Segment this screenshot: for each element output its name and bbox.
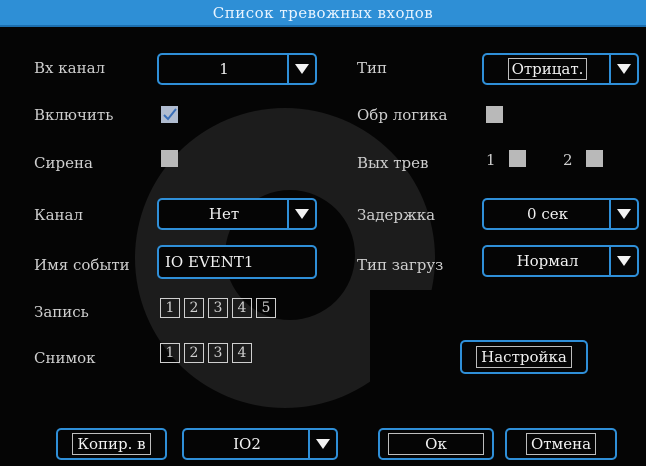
input-channel-label: Вх канал — [34, 59, 106, 77]
input-channel-value: 1 — [219, 60, 229, 78]
load-type-value: Нормал — [516, 252, 579, 270]
snapshot-channel-4[interactable]: 4 — [232, 343, 252, 363]
cancel-button-label: Отмена — [525, 433, 597, 455]
copy-to-button-label: Копир. в — [72, 433, 151, 455]
enable-checkbox[interactable] — [161, 106, 178, 123]
record-channel-1[interactable]: 1 — [160, 298, 180, 318]
chevron-down-icon[interactable] — [609, 247, 637, 275]
channel-value: Нет — [208, 205, 240, 223]
chevron-down-icon[interactable] — [609, 55, 637, 83]
alarm-out-1-checkbox[interactable] — [509, 150, 526, 167]
watermark-logo-cut — [370, 290, 460, 430]
record-channel-4[interactable]: 4 — [232, 298, 252, 318]
snapshot-channel-3[interactable]: 3 — [208, 343, 228, 363]
load-type-label: Тип загруз — [357, 256, 444, 274]
type-value: Отрицат. — [507, 58, 588, 80]
settings-button[interactable]: Настройка — [460, 340, 588, 374]
dialog-title: Список тревожных входов — [0, 0, 646, 27]
copy-target-select[interactable]: IO2 — [182, 428, 338, 460]
record-channel-3[interactable]: 3 — [208, 298, 228, 318]
alarm-out-2-checkbox[interactable] — [586, 150, 603, 167]
reverse-logic-label: Обр логика — [357, 106, 448, 124]
siren-label: Сирена — [34, 154, 93, 172]
copy-target-value: IO2 — [233, 435, 261, 453]
snapshot-channel-1[interactable]: 1 — [160, 343, 180, 363]
cancel-button[interactable]: Отмена — [505, 428, 617, 460]
event-name-label: Имя событи — [34, 256, 130, 274]
reverse-logic-checkbox[interactable] — [486, 106, 503, 123]
event-name-input[interactable]: IO EVENT1 — [157, 245, 317, 279]
type-select[interactable]: Отрицат. — [482, 53, 639, 85]
snapshot-channel-2[interactable]: 2 — [184, 343, 204, 363]
alarm-out-2-label: 2 — [563, 151, 573, 169]
load-type-select[interactable]: Нормал — [482, 245, 639, 277]
event-name-value: IO EVENT1 — [165, 253, 254, 271]
alarm-input-list-screen: Список тревожных входов Вх канал 1 Тип О… — [0, 0, 646, 466]
delay-label: Задержка — [357, 206, 436, 224]
enable-label: Включить — [34, 106, 114, 124]
record-label: Запись — [34, 303, 89, 321]
input-channel-select[interactable]: 1 — [157, 53, 317, 85]
ok-button-label: Ок — [388, 433, 484, 455]
channel-select[interactable]: Нет — [157, 198, 317, 230]
alarm-out-1-label: 1 — [486, 151, 496, 169]
record-channel-2[interactable]: 2 — [184, 298, 204, 318]
type-label: Тип — [357, 59, 387, 77]
settings-button-label: Настройка — [476, 346, 572, 368]
chevron-down-icon[interactable] — [287, 55, 315, 83]
chevron-down-icon[interactable] — [287, 200, 315, 228]
record-channel-5[interactable]: 5 — [256, 298, 276, 318]
checkmark-icon — [163, 108, 177, 121]
chevron-down-icon[interactable] — [609, 200, 637, 228]
chevron-down-icon[interactable] — [308, 430, 336, 458]
alarm-out-label: Вых трев — [357, 154, 429, 172]
delay-value: 0 сек — [527, 205, 568, 223]
snapshot-label: Снимок — [34, 349, 96, 367]
ok-button[interactable]: Ок — [378, 428, 494, 460]
copy-to-button[interactable]: Копир. в — [56, 428, 167, 460]
delay-select[interactable]: 0 сек — [482, 198, 639, 230]
siren-checkbox[interactable] — [161, 150, 178, 167]
channel-label: Канал — [34, 206, 84, 224]
